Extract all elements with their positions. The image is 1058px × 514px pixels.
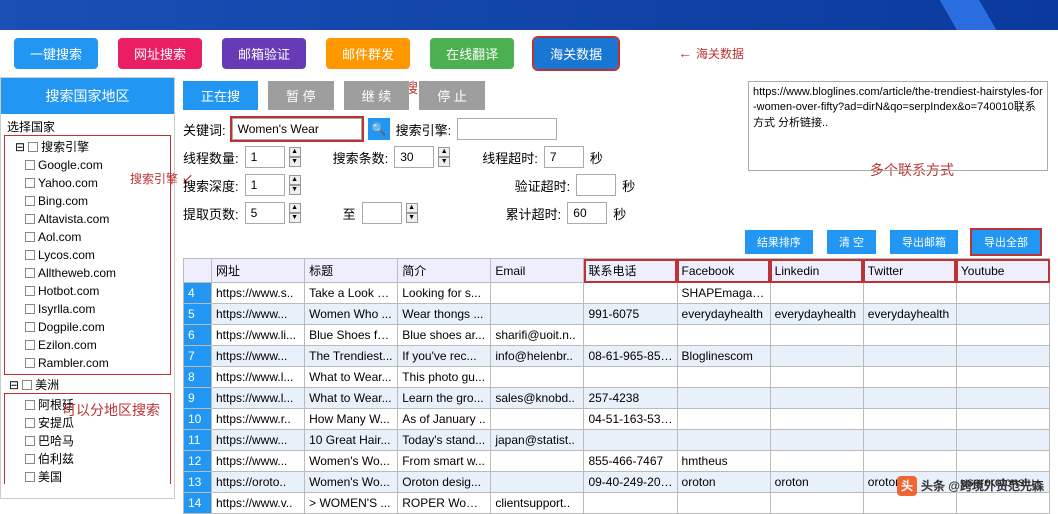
label-verify: 验证超时:	[515, 176, 571, 195]
label-keyword: 关键词:	[183, 120, 226, 139]
log-box: https://www.bloglines.com/article/the-tr…	[748, 81, 1048, 171]
table-row[interactable]: 4https://www.s..Take a Look a...Looking …	[184, 283, 1050, 304]
tree-america[interactable]: ⊟美洲	[5, 376, 170, 394]
tab-verify[interactable]: 邮箱验证	[222, 38, 306, 69]
depth-input[interactable]	[245, 174, 285, 196]
table-row[interactable]: 11https://www...10 Great Hair...Today's …	[184, 430, 1050, 451]
col-title[interactable]: 标题	[305, 259, 398, 283]
total-input[interactable]	[567, 202, 607, 224]
step-down[interactable]: ▼	[289, 185, 301, 195]
sidebar-header: 搜索国家地区	[1, 78, 174, 114]
tree-engines-root[interactable]: ⊟搜索引擎	[7, 138, 168, 156]
step-up[interactable]: ▲	[438, 147, 450, 157]
btn-export-mail[interactable]: 导出邮箱	[890, 230, 958, 254]
watermark-icon: 头	[897, 476, 917, 496]
col-yt[interactable]: Youtube	[956, 259, 1049, 283]
verify-input[interactable]	[576, 174, 616, 196]
label-total: 累计超时:	[506, 204, 562, 223]
keyword-input[interactable]	[232, 118, 362, 140]
step-down[interactable]: ▼	[289, 157, 301, 167]
col-phone[interactable]: 联系电话	[584, 259, 677, 283]
step-up[interactable]: ▲	[289, 175, 301, 185]
table-row[interactable]: 10https://www.r..How Many W...As of Janu…	[184, 409, 1050, 430]
label-sec: 秒	[590, 148, 603, 167]
tab-translate[interactable]: 在线翻译	[430, 38, 514, 69]
table-row[interactable]: 5https://www...Women Who ...Wear thongs …	[184, 304, 1050, 325]
btn-sort[interactable]: 结果排序	[745, 230, 813, 254]
tab-url[interactable]: 网址搜索	[118, 38, 202, 69]
step-up[interactable]: ▲	[289, 203, 301, 213]
table-row[interactable]: 6https://www.li...Blue Shoes fo...Blue s…	[184, 325, 1050, 346]
step-up[interactable]: ▲	[406, 203, 418, 213]
step-up[interactable]: ▲	[289, 147, 301, 157]
label-pages: 提取页数:	[183, 204, 239, 223]
engine-item[interactable]: Hotbot.com	[7, 282, 168, 300]
search-icon[interactable]: 🔍	[368, 118, 390, 140]
btn-clear[interactable]: 清 空	[827, 230, 876, 254]
country-item[interactable]: 美国	[7, 468, 168, 484]
engine-item[interactable]: Dogpile.com	[7, 318, 168, 336]
tab-mail[interactable]: 邮件群发	[326, 38, 410, 69]
label-engine: 搜索引擎:	[396, 120, 452, 139]
label-to: 至	[343, 204, 356, 223]
label-select-country: 选择国家	[5, 118, 170, 136]
country-item[interactable]: 伯利兹	[7, 450, 168, 468]
label-sec: 秒	[613, 204, 626, 223]
engine-item[interactable]: Lycos.com	[7, 246, 168, 264]
btn-pause[interactable]: 暂 停	[268, 81, 334, 110]
step-down[interactable]: ▼	[438, 157, 450, 167]
btn-export-all[interactable]: 导出全部	[972, 230, 1040, 254]
timeout-input[interactable]	[544, 146, 584, 168]
label-perpage: 搜索条数:	[333, 148, 389, 167]
col-fb[interactable]: Facebook	[677, 259, 770, 283]
label-threads: 线程数量:	[183, 148, 239, 167]
content-area: 正在搜 暂 停 继 续 停 止 https://www.bloglines.co…	[175, 77, 1058, 499]
engine-item[interactable]: Bing.com	[7, 192, 168, 210]
engine-item[interactable]: Altavista.com	[7, 210, 168, 228]
step-down[interactable]: ▼	[406, 213, 418, 223]
pages-to-input[interactable]	[362, 202, 402, 224]
btn-searching[interactable]: 正在搜	[183, 81, 258, 110]
engine-item[interactable]: Ezilon.com	[7, 336, 168, 354]
pages-from-input[interactable]	[245, 202, 285, 224]
annotation-customs: ← 海关数据	[678, 45, 744, 62]
perpage-input[interactable]	[394, 146, 434, 168]
sidebar: 搜索国家地区 选择国家 ⊟搜索引擎 Google.comYahoo.comBin…	[0, 77, 175, 499]
annotation-region: 可以分地区搜索	[62, 400, 160, 420]
watermark: 头头条 @跨境外贸范先森	[897, 476, 1044, 496]
window-titlebar	[0, 0, 1058, 30]
col-desc[interactable]: 简介	[398, 259, 491, 283]
label-timeout: 线程超时:	[482, 148, 538, 167]
engine-item[interactable]: Rambler.com	[7, 354, 168, 372]
engine-item[interactable]: Alltheweb.com	[7, 264, 168, 282]
tab-customs[interactable]: 海关数据	[534, 38, 618, 69]
country-item[interactable]: 巴哈马	[7, 432, 168, 450]
col-email[interactable]: Email	[491, 259, 584, 283]
engine-item[interactable]: Isyrlla.com	[7, 300, 168, 318]
threads-input[interactable]	[245, 146, 285, 168]
table-row[interactable]: 8https://www.l...What to Wear...This pho…	[184, 367, 1050, 388]
col-url[interactable]: 网址	[212, 259, 305, 283]
main-tabs: 一键搜索 网址搜索 邮箱验证 邮件群发 在线翻译 海关数据 ← 海关数据	[0, 30, 1058, 77]
label-depth: 搜索深度:	[183, 176, 239, 195]
engine-item[interactable]: Aol.com	[7, 228, 168, 246]
table-row[interactable]: 7https://www...The Trendiest...If you've…	[184, 346, 1050, 367]
btn-stop[interactable]: 停 止	[419, 81, 485, 110]
btn-continue[interactable]: 继 续	[344, 81, 410, 110]
tab-search[interactable]: 一键搜索	[14, 38, 98, 69]
label-sec: 秒	[622, 176, 635, 195]
table-row[interactable]: 12https://www...Women's Wo...From smart …	[184, 451, 1050, 472]
engine-input[interactable]	[457, 118, 557, 140]
table-row[interactable]: 9https://www.l...What to Wear...Learn th…	[184, 388, 1050, 409]
col-li[interactable]: Linkedin	[770, 259, 863, 283]
col-tw[interactable]: Twitter	[863, 259, 956, 283]
step-down[interactable]: ▼	[289, 213, 301, 223]
